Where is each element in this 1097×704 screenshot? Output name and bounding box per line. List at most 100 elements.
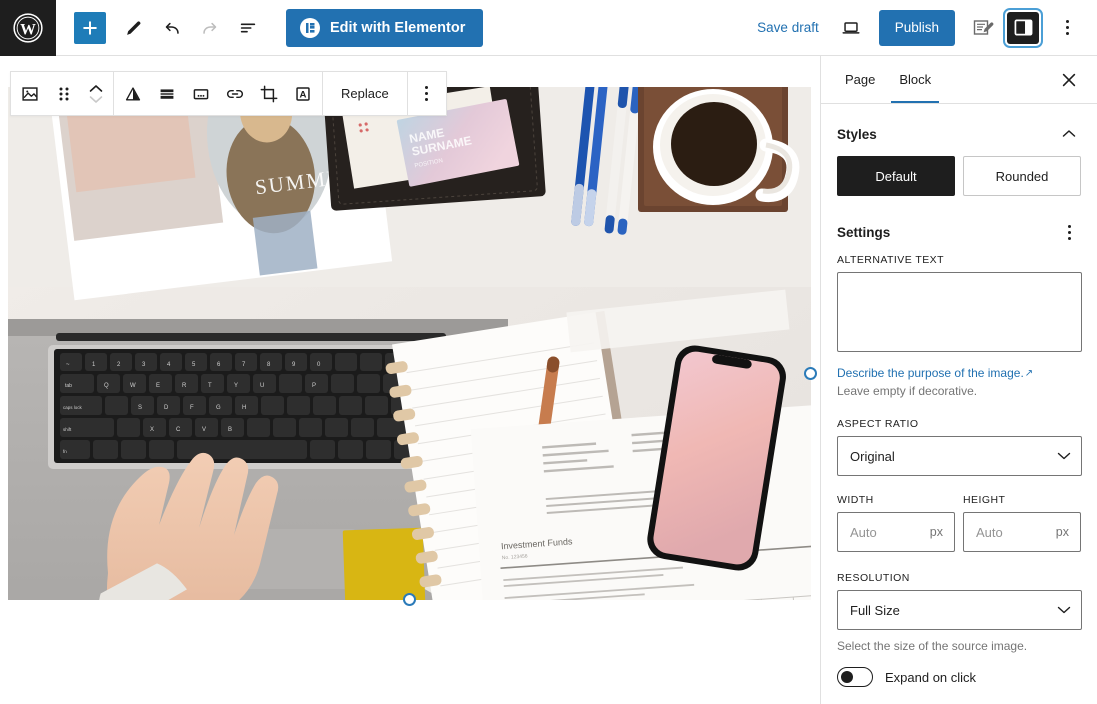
chevron-down-icon [89, 95, 103, 103]
replace-button[interactable]: Replace [325, 72, 405, 115]
align-triangle-icon [125, 86, 141, 100]
alt-text-help: Leave empty if decorative. [837, 384, 978, 398]
resolution-label: RESOLUTION [837, 572, 910, 584]
letter-a-box-icon: A [296, 86, 310, 101]
svg-text:W: W [20, 21, 36, 38]
publish-button[interactable]: Publish [878, 9, 955, 46]
caption-bars-icon [160, 88, 174, 99]
desk-flatlay-photo: SUMMER NAME SURNAME POSITION ~ 1 2 3 4 5… [8, 87, 811, 600]
elementor-logo-icon [300, 17, 320, 38]
jetpack-button[interactable] [965, 10, 1001, 46]
block-toolbar-group-replace: Replace [323, 72, 408, 115]
aspect-ratio-label: ASPECT RATIO [837, 418, 919, 430]
block-type-image-button[interactable] [13, 72, 47, 115]
chevron-up-icon [89, 84, 103, 92]
svg-text:caps lock: caps lock [63, 405, 83, 410]
svg-text:H: H [242, 405, 246, 411]
right-resize-handle[interactable] [804, 367, 817, 380]
bottom-resize-handle[interactable] [403, 593, 416, 606]
close-sidebar-button[interactable] [1051, 62, 1087, 98]
options-menu-button[interactable] [1049, 10, 1085, 46]
alt-text-input[interactable] [837, 272, 1082, 352]
expand-on-click-row: Expand on click [821, 653, 1097, 687]
height-input[interactable] [964, 513, 1042, 551]
svg-text:E: E [156, 383, 160, 389]
svg-text:B: B [228, 427, 232, 433]
svg-text:fn: fn [63, 449, 67, 454]
kebab-icon [425, 86, 429, 101]
add-block-button[interactable] [74, 11, 106, 44]
svg-text:Q: Q [104, 383, 109, 389]
styles-options: Default Rounded [821, 156, 1097, 202]
tab-page[interactable]: Page [833, 56, 887, 103]
add-caption-button[interactable] [184, 72, 218, 115]
svg-text:F: F [190, 405, 194, 411]
svg-text:C: C [176, 427, 181, 433]
width-unit: px [929, 525, 943, 539]
redo-button[interactable] [192, 10, 228, 46]
undo-arrow-icon [165, 22, 179, 34]
tools-edit-button[interactable] [116, 10, 152, 46]
block-more-options[interactable] [410, 72, 444, 115]
describe-image-link[interactable]: Describe the purpose of the image.↗ [821, 357, 1033, 380]
svg-text:T: T [208, 383, 212, 389]
undo-button[interactable] [154, 10, 190, 46]
editor-canvas: SUMMER NAME SURNAME POSITION ~ 1 2 3 4 5… [0, 56, 820, 704]
image-icon [22, 86, 38, 101]
alt-text-label: ALTERNATIVE TEXT [837, 254, 944, 266]
editor-left-tools: Edit with Elementor [56, 8, 484, 47]
drag-handle[interactable] [47, 72, 81, 115]
svg-text:W: W [130, 383, 136, 389]
align-button[interactable] [116, 72, 150, 115]
settings-sidebar-toggle[interactable] [1003, 7, 1043, 48]
drag-dots-icon [59, 87, 69, 100]
text-overlay-button[interactable]: A [286, 72, 320, 115]
image-block[interactable]: SUMMER NAME SURNAME POSITION ~ 1 2 3 4 5… [8, 87, 811, 600]
style-option-default[interactable]: Default [837, 156, 955, 196]
svg-text:D: D [164, 405, 169, 411]
expand-on-click-toggle[interactable] [837, 667, 873, 687]
block-toolbar-group-block [11, 72, 114, 115]
svg-text:V: V [202, 427, 206, 433]
svg-text:S: S [138, 405, 142, 411]
sidebar-panel-icon [1014, 19, 1032, 36]
settings-options-button[interactable] [1057, 220, 1081, 244]
width-field: WIDTH px [837, 494, 955, 552]
svg-text:A: A [300, 89, 307, 100]
height-label: HEIGHT [963, 494, 1006, 506]
width-label: WIDTH [837, 494, 874, 506]
styles-section-header[interactable]: Styles [821, 104, 1097, 156]
kebab-icon [1065, 20, 1069, 35]
style-option-rounded[interactable]: Rounded [963, 156, 1081, 196]
height-unit: px [1055, 525, 1069, 539]
list-view-icon [240, 23, 256, 32]
move-up-down-button[interactable] [81, 72, 111, 115]
link-button[interactable] [218, 72, 252, 115]
edit-with-elementor-button[interactable]: Edit with Elementor [286, 8, 484, 47]
styles-collapse-toggle[interactable] [1057, 122, 1081, 146]
details-button[interactable] [230, 10, 266, 46]
edit-with-elementor-label: Edit with Elementor [330, 19, 466, 36]
tab-block[interactable]: Block [887, 56, 943, 103]
laptop-icon [842, 21, 860, 34]
svg-text:G: G [216, 405, 221, 411]
resolution-select-wrap: Full Size [837, 590, 1082, 630]
aspect-ratio-select[interactable]: Original [837, 436, 1082, 476]
width-input[interactable] [838, 513, 916, 551]
resolution-select[interactable]: Full Size [837, 590, 1082, 630]
plus-icon [83, 20, 97, 35]
crop-icon [260, 85, 278, 102]
svg-text:~: ~ [66, 362, 70, 368]
expand-on-click-label: Expand on click [885, 669, 977, 685]
pencil-icon [127, 20, 141, 35]
svg-text:X: X [150, 427, 154, 433]
wordpress-logo-button[interactable]: W [0, 0, 56, 56]
crop-button[interactable] [252, 72, 286, 115]
save-draft-button[interactable]: Save draft [747, 14, 829, 41]
sidebar-tabs: Page Block [821, 56, 1097, 104]
height-field: HEIGHT px [963, 494, 1081, 552]
aspect-ratio-select-wrap: Original [837, 436, 1082, 476]
preview-button[interactable] [833, 10, 869, 46]
caption-position-button[interactable] [150, 72, 184, 115]
svg-text:R: R [182, 383, 187, 389]
